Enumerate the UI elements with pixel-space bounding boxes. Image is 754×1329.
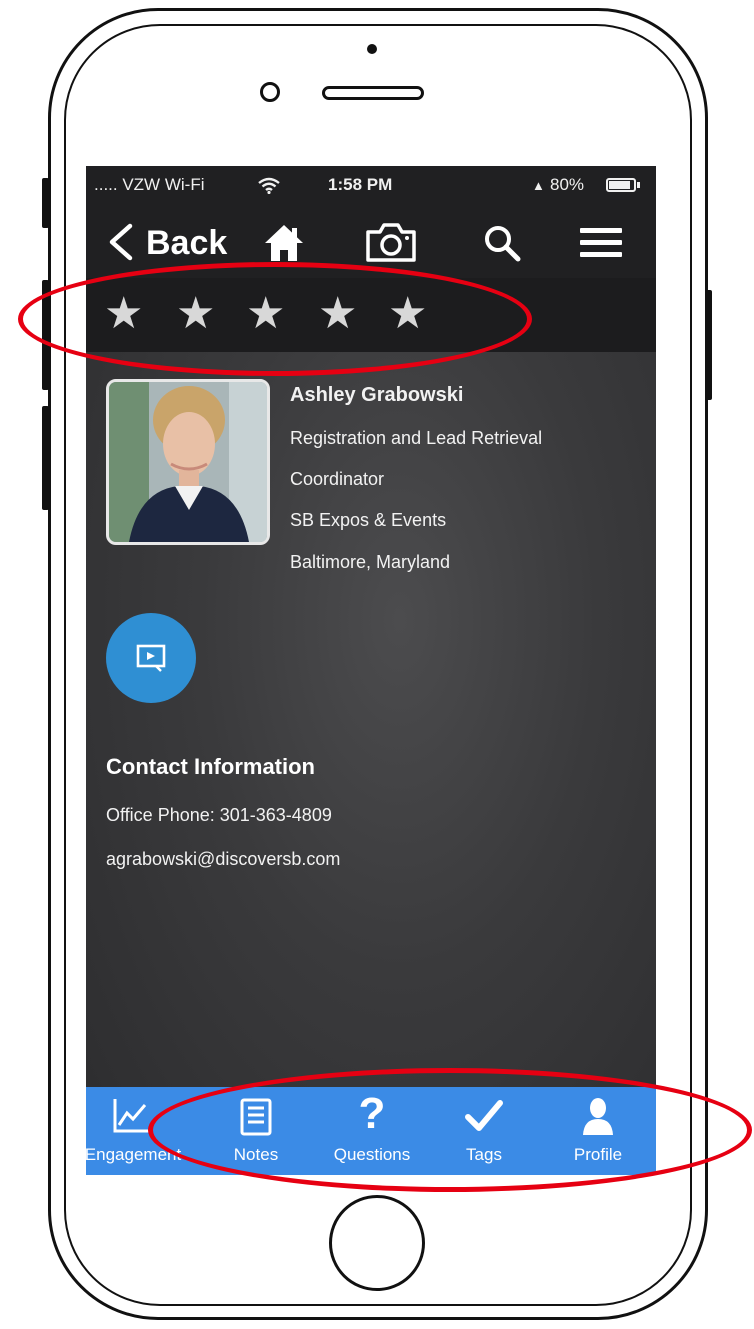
office-phone[interactable]: Office Phone: 301-363-4809 [106,805,332,826]
volume-down-button [42,406,49,510]
location-text: Baltimore, Maryland [290,552,451,572]
chevron-left-icon [109,223,133,261]
earpiece-speaker [322,86,424,100]
email-address[interactable]: agrabowski@discoversb.com [106,849,340,870]
battery-percent: 80% [550,175,585,194]
avatar [106,379,270,545]
back-label: Back [146,224,228,262]
clock: 1:58 PM [328,175,393,194]
job-title-line-2: Coordinator [290,469,385,489]
battery-icon [606,178,636,192]
battery-tip [637,182,640,188]
power-button [705,290,712,400]
proximity-sensor [367,44,377,54]
chart-icon [113,1099,149,1133]
tabs-highlight-ellipse [148,1068,752,1192]
front-camera [260,82,280,102]
mute-switch [42,178,49,228]
carrier-label: ..... VZW Wi-Fi [94,175,205,194]
profile-photo [109,382,267,542]
home-button[interactable] [329,1195,425,1291]
location-arrow-icon: ▲ [532,178,545,193]
search-icon[interactable] [481,222,523,264]
presentation-button[interactable] [106,613,196,703]
contact-name: Ashley Grabowski [290,384,464,406]
company-name: SB Expos & Events [290,510,447,530]
job-title-line-1: Registration and Lead Retrieval [290,428,543,448]
presentation-icon [136,644,166,672]
wifi-icon [258,177,280,194]
camera-icon[interactable] [364,220,418,264]
menu-icon[interactable] [578,224,624,262]
status-bar: ..... VZW Wi-Fi 1:58 PM ▲ 80% [86,166,656,206]
stars-highlight-ellipse [18,262,532,376]
contact-info-heading: Contact Information [106,754,315,779]
home-icon[interactable] [262,222,306,264]
